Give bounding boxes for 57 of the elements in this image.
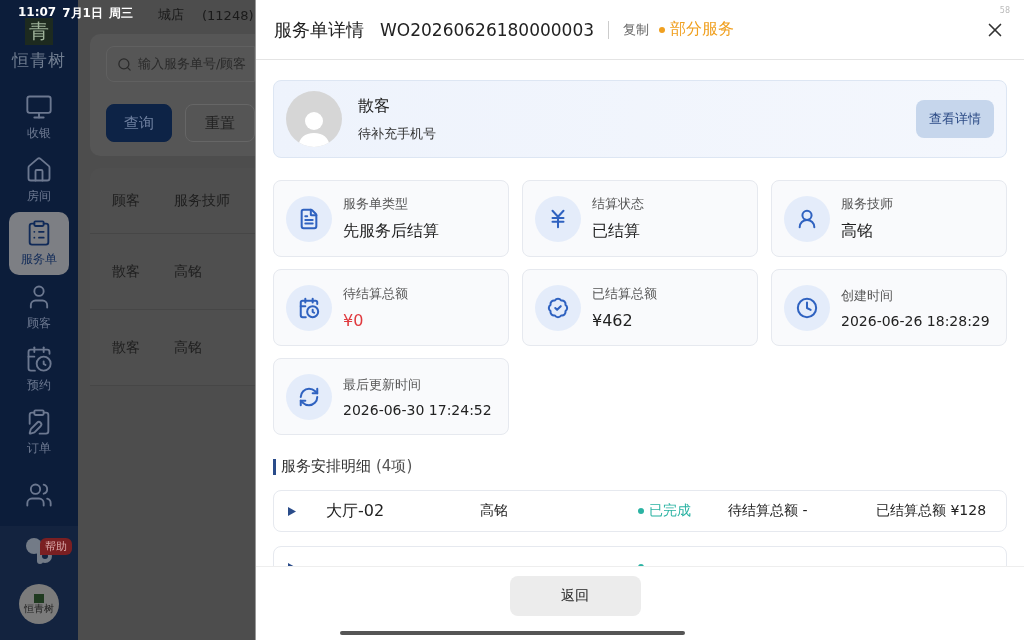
- info-value: ¥462: [592, 311, 634, 330]
- nav-item[interactable]: 收银: [9, 87, 69, 148]
- info-label: 服务技师: [841, 195, 893, 213]
- expand-caret-icon[interactable]: [288, 506, 296, 516]
- battery-level: 58: [999, 6, 1010, 15]
- avatar-icon: [286, 91, 342, 147]
- nav-item[interactable]: 预约: [9, 339, 69, 400]
- drawer-title: 服务单详情: [274, 17, 364, 42]
- document-icon: [298, 207, 320, 230]
- search-icon: [117, 56, 132, 72]
- info-label: 创建时间: [841, 286, 894, 305]
- technician-name: 高铭: [480, 502, 509, 520]
- customer-phone: 待补充手机号: [358, 124, 436, 143]
- person-icon: [796, 207, 818, 230]
- info-label: 已结算总额: [592, 285, 657, 303]
- service-status: 已完成: [638, 502, 728, 520]
- order-status: 部分服务: [659, 19, 735, 40]
- info-label: 结算状态: [592, 195, 644, 213]
- order-number: WO20260626180000003: [380, 19, 595, 40]
- copy-link[interactable]: 复制: [623, 20, 650, 39]
- avatar-text: 恒青树: [24, 603, 54, 614]
- clock-icon: [796, 296, 818, 319]
- info-value: 已结算: [592, 221, 641, 242]
- calendar-icon: [25, 345, 53, 374]
- service-row[interactable]: 大厅-02 高铭 已完成 待结算总额 - 已结算总额 ¥128: [273, 490, 1007, 532]
- info-value: ¥0: [343, 311, 365, 330]
- nav-item[interactable]: 房间: [9, 149, 69, 211]
- refresh-icon: [298, 385, 320, 408]
- view-details-button[interactable]: 查看详情: [916, 100, 994, 138]
- logo-mark: 青: [25, 18, 53, 46]
- query-button[interactable]: 查询: [106, 104, 173, 142]
- status-date: 7月1日: [62, 5, 103, 22]
- info-label: 服务单类型: [343, 195, 409, 213]
- nav-item[interactable]: 订单: [9, 401, 69, 463]
- customer-name: 散客: [358, 95, 391, 117]
- info-value: 先服务后结算: [343, 221, 439, 242]
- house-icon: [25, 155, 53, 184]
- logo-text: 恒青树: [12, 49, 66, 73]
- status-time: 11:07: [18, 5, 57, 21]
- calendar-clock-icon: [298, 296, 320, 319]
- settled-amount: 已结算总额 ¥128: [876, 502, 988, 520]
- help-badge[interactable]: 帮助: [40, 538, 72, 555]
- info-value: 高铭: [841, 221, 874, 242]
- pending-amount: 待结算总额 -: [728, 502, 809, 520]
- info-label: 最后更新时间: [343, 375, 422, 394]
- nav-item[interactable]: 服务单: [9, 212, 69, 275]
- back-button[interactable]: 返回: [509, 576, 641, 616]
- nav-item[interactable]: 顾客: [9, 276, 69, 338]
- status-weekday: 周三: [108, 5, 133, 22]
- check-badge-icon: [547, 296, 569, 319]
- info-value: 2026-06-26 18:28:29: [841, 312, 990, 329]
- room-name: 大厅-02: [326, 500, 386, 522]
- info-label: 待结算总额: [343, 285, 408, 303]
- section-title: 服务安排明细: [281, 457, 371, 476]
- section-count: (4项): [376, 457, 413, 476]
- info-value: 2026-06-30 17:24:52: [343, 401, 492, 418]
- store-avatar[interactable]: 恒青树: [19, 584, 59, 624]
